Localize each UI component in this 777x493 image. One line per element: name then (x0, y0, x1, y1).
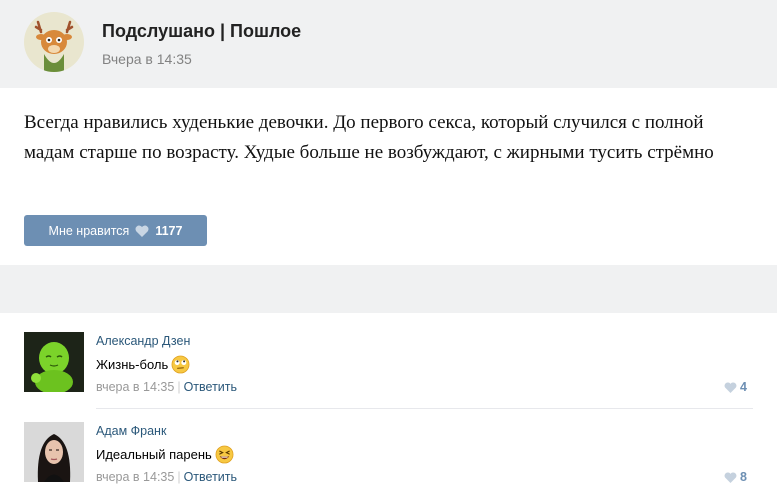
comment-meta: вчера в 14:35 | Ответить (96, 470, 237, 484)
comment-avatar[interactable] (24, 332, 84, 392)
comment-text-content: Жизнь-боль (96, 357, 169, 372)
comment-like-count: 8 (740, 470, 747, 484)
laughing-emoji-icon (215, 445, 234, 464)
comments-section: Александр Дзен Жизнь-боль вчера в 14:35 |… (0, 313, 777, 493)
comment-item: Александр Дзен Жизнь-боль вчера в 14:35 |… (0, 313, 777, 409)
rolling-eyes-emoji-icon (171, 355, 190, 374)
avatar-image (24, 332, 84, 392)
meta-separator: | (177, 470, 181, 484)
comment-like-button[interactable]: 8 (724, 470, 747, 484)
like-button[interactable]: Мне нравится 1177 (24, 215, 207, 246)
post-text: Всегда нравились худенькие девочки. До п… (24, 112, 714, 163)
comment-author[interactable]: Адам Франк (96, 424, 166, 438)
comment-item: Адам Франк Идеальный парень вчера в 14:3… (0, 403, 777, 493)
like-count: 1177 (155, 223, 183, 238)
separator-band (0, 265, 777, 313)
comment-text-content: Идеальный парень (96, 447, 212, 462)
reply-link[interactable]: Ответить (184, 470, 237, 484)
post-body: Всегда нравились худенькие девочки. До п… (0, 88, 777, 265)
heart-icon (135, 225, 149, 237)
like-button-label: Мне нравится (48, 223, 130, 238)
post-header: Подслушано | Пошлое Вчера в 14:35 (0, 0, 777, 88)
meta-separator: | (177, 380, 181, 394)
heart-icon (724, 381, 737, 393)
comment-like-button[interactable]: 4 (724, 380, 747, 394)
comment-time[interactable]: вчера в 14:35 (96, 380, 174, 394)
comment-text: Жизнь-боль (96, 355, 190, 374)
heart-icon (724, 471, 737, 483)
deer-logo-icon (24, 12, 84, 72)
post-time[interactable]: Вчера в 14:35 (102, 51, 192, 67)
comment-avatar[interactable] (24, 422, 84, 482)
reply-link[interactable]: Ответить (184, 380, 237, 394)
comment-time[interactable]: вчера в 14:35 (96, 470, 174, 484)
group-avatar[interactable] (24, 12, 84, 72)
group-name[interactable]: Подслушано | Пошлое (102, 21, 301, 42)
comment-meta: вчера в 14:35 | Ответить (96, 380, 237, 394)
avatar-image (24, 422, 84, 482)
comment-text: Идеальный парень (96, 445, 234, 464)
comment-author[interactable]: Александр Дзен (96, 334, 190, 348)
comment-like-count: 4 (740, 380, 747, 394)
